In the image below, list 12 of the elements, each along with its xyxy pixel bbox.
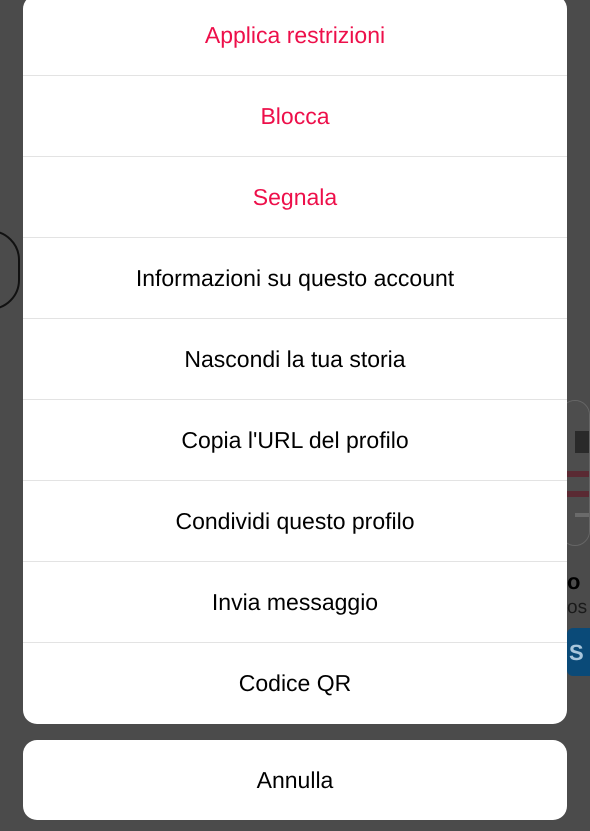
cancel-button[interactable]: Annulla [23,740,567,820]
menu-item[interactable]: Condividi questo profilo [23,481,567,562]
menu-item[interactable]: Copia l'URL del profilo [23,400,567,481]
menu-item[interactable]: Blocca [23,76,567,157]
menu-item[interactable]: Applica restrizioni [23,0,567,76]
menu-item[interactable]: Invia messaggio [23,562,567,643]
menu-item[interactable]: Codice QR [23,643,567,724]
follow-button[interactable]: S [567,628,590,676]
menu-item[interactable]: Informazioni su questo account [23,238,567,319]
menu-item[interactable]: Nascondi la tua storia [23,319,567,400]
menu-item[interactable]: Segnala [23,157,567,238]
account-name: o [567,568,580,596]
